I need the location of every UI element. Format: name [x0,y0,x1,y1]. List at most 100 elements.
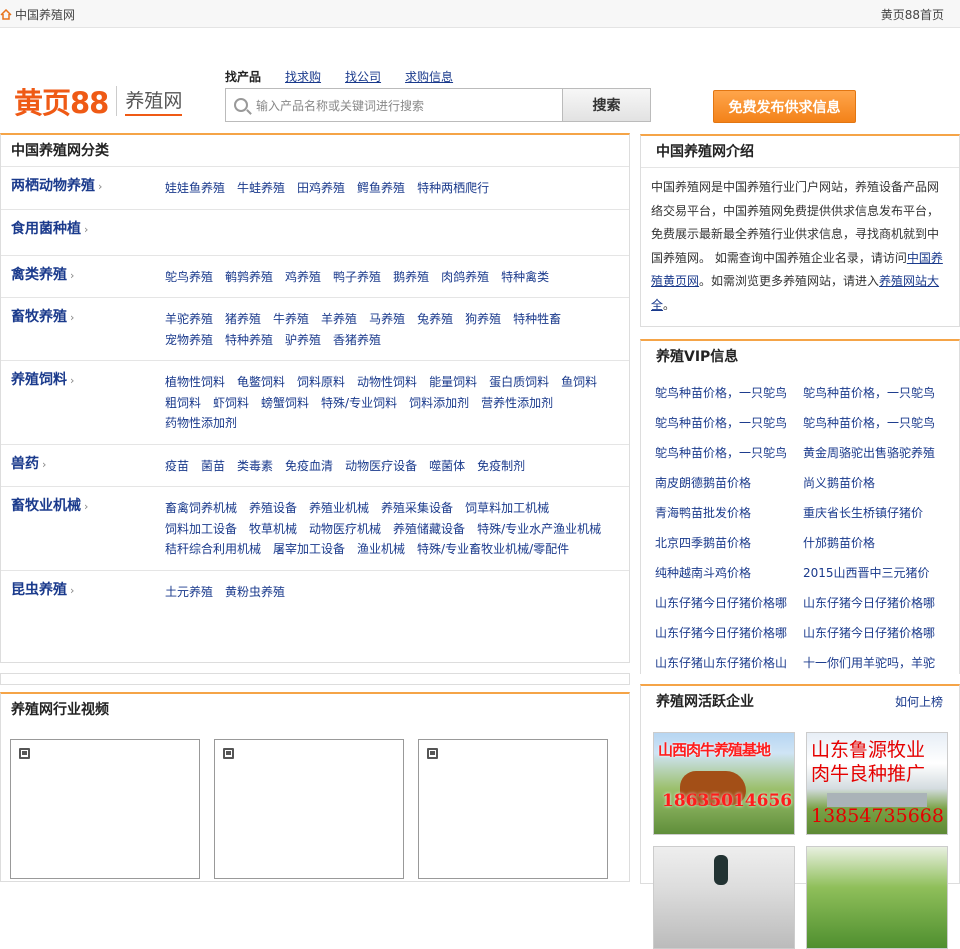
vip-item-link[interactable]: 山东仔猪今日仔猪价格哪 [655,618,803,648]
subcategory-link[interactable]: 养殖储藏设备 [393,519,465,540]
yp88-home-link[interactable]: 黄页88首页 [881,6,944,23]
subcategory-link[interactable]: 特殊/专业饲料 [321,393,397,414]
how-to-rank-link[interactable]: 如何上榜 [895,686,943,718]
subcategory-link[interactable]: 鹅养殖 [393,267,429,288]
category-name[interactable]: 昆虫养殖 › [1,581,165,603]
video-player-2[interactable] [214,739,404,879]
subcategory-link[interactable]: 植物性饲料 [165,372,225,393]
category-name[interactable]: 兽药 › [1,455,165,477]
subcategory-link[interactable]: 土元养殖 [165,582,213,603]
subcategory-link[interactable]: 营养性添加剂 [481,393,553,414]
subcategory-link[interactable]: 特殊/专业水产渔业机械 [477,519,601,540]
subcategory-link[interactable]: 能量饲料 [429,372,477,393]
vip-item-link[interactable]: 山东仔猪今日仔猪价格哪 [803,618,951,648]
subcategory-link[interactable]: 龟鳖饲料 [237,372,285,393]
subcategory-link[interactable]: 鹌鹑养殖 [225,267,273,288]
subcategory-link[interactable]: 特种养殖 [225,330,273,351]
vip-item-link[interactable]: 山东仔猪今日仔猪价格哪 [655,588,803,618]
subcategory-link[interactable]: 动物医疗设备 [345,456,417,477]
home-link[interactable]: 中国养殖网 [0,6,75,23]
vip-item-link[interactable]: 重庆省长生桥镇仔猪价 [803,498,951,528]
subcategory-link[interactable]: 鸡养殖 [285,267,321,288]
search-input[interactable]: 输入产品名称或关键词进行搜索 [225,88,563,122]
vip-item-link[interactable]: 鸵鸟种苗价格，一只鸵鸟 [655,408,803,438]
subcategory-link[interactable]: 免疫血清 [285,456,333,477]
category-name[interactable]: 两栖动物养殖 › [1,177,165,199]
tab-find-company[interactable]: 找公司 [345,68,381,85]
vip-item-link[interactable]: 青海鸭苗批发价格 [655,498,803,528]
category-name[interactable]: 畜牧养殖 › [1,308,165,350]
subcategory-link[interactable]: 羊驼养殖 [165,309,213,330]
ad-banner-3[interactable] [653,846,795,949]
video-player-3[interactable] [418,739,608,879]
subcategory-link[interactable]: 鱼饲料 [561,372,597,393]
subcategory-link[interactable]: 动物性饲料 [357,372,417,393]
subcategory-link[interactable]: 宠物养殖 [165,330,213,351]
category-name[interactable]: 畜牧业机械 › [1,497,165,560]
subcategory-link[interactable]: 噬菌体 [429,456,465,477]
subcategory-link[interactable]: 羊养殖 [321,309,357,330]
logo[interactable]: 黄页88 养殖网 [14,80,183,122]
subcategory-link[interactable]: 黄粉虫养殖 [225,582,285,603]
subcategory-link[interactable]: 养殖业机械 [309,498,369,519]
subcategory-link[interactable]: 屠宰加工设备 [273,539,345,560]
video-player-1[interactable] [10,739,200,879]
subcategory-link[interactable]: 特种禽类 [501,267,549,288]
vip-item-link[interactable]: 什邡鹅苗价格 [803,528,951,558]
vip-item-link[interactable]: 尚义鹅苗价格 [803,468,951,498]
subcategory-link[interactable]: 驴养殖 [285,330,321,351]
subcategory-link[interactable]: 狗养殖 [465,309,501,330]
subcategory-link[interactable]: 菌苗 [201,456,225,477]
subcategory-link[interactable]: 养殖设备 [249,498,297,519]
ad-banner-2[interactable]: 山东鲁源牧业 肉牛良种推广 13854735668 [806,732,948,835]
subcategory-link[interactable]: 牛蛙养殖 [237,178,285,199]
subcategory-link[interactable]: 粗饲料 [165,393,201,414]
vip-item-link[interactable]: 鸵鸟种苗价格，一只鸵鸟 [655,378,803,408]
subcategory-link[interactable]: 饲料加工设备 [165,519,237,540]
tab-find-product[interactable]: 找产品 [225,68,261,85]
vip-item-link[interactable]: 山东仔猪山东仔猪价格山 [655,648,803,678]
subcategory-link[interactable]: 兔养殖 [417,309,453,330]
subcategory-link[interactable]: 香猪养殖 [333,330,381,351]
subcategory-link[interactable]: 马养殖 [369,309,405,330]
subcategory-link[interactable]: 螃蟹饲料 [261,393,309,414]
subcategory-link[interactable]: 肉鸽养殖 [441,267,489,288]
publish-button[interactable]: 免费发布供求信息 [713,90,856,123]
subcategory-link[interactable]: 药物性添加剂 [165,413,237,434]
subcategory-link[interactable]: 牧草机械 [249,519,297,540]
vip-item-link[interactable]: 纯种越南斗鸡价格 [655,558,803,588]
tab-purchase-info[interactable]: 求购信息 [405,68,453,85]
subcategory-link[interactable]: 类毒素 [237,456,273,477]
subcategory-link[interactable]: 渔业机械 [357,539,405,560]
vip-item-link[interactable]: 鸵鸟种苗价格，一只鸵鸟 [803,378,951,408]
subcategory-link[interactable]: 饲料添加剂 [409,393,469,414]
vip-item-link[interactable]: 鸵鸟种苗价格，一只鸵鸟 [655,438,803,468]
category-name[interactable]: 禽类养殖 › [1,266,165,288]
subcategory-link[interactable]: 秸秆综合利用机械 [165,539,261,560]
category-name[interactable]: 养殖饲料 › [1,371,165,434]
ad-banner-1[interactable]: 山西肉牛养殖基地 18635014656 [653,732,795,835]
ad-banner-4[interactable] [806,846,948,949]
search-button[interactable]: 搜索 [562,88,651,122]
vip-item-link[interactable]: 山东仔猪今日仔猪价格哪 [803,588,951,618]
subcategory-link[interactable]: 田鸡养殖 [297,178,345,199]
subcategory-link[interactable]: 蛋白质饲料 [489,372,549,393]
vip-item-link[interactable]: 黄金周骆驼出售骆驼养殖 [803,438,951,468]
subcategory-link[interactable]: 鳄鱼养殖 [357,178,405,199]
subcategory-link[interactable]: 特殊/专业畜牧业机械/零配件 [417,539,569,560]
subcategory-link[interactable]: 特种牲畜 [513,309,561,330]
subcategory-link[interactable]: 饲料原料 [297,372,345,393]
subcategory-link[interactable]: 虾饲料 [213,393,249,414]
subcategory-link[interactable]: 特种两栖爬行 [417,178,489,199]
category-name[interactable]: 食用菌种植 › [1,220,165,245]
subcategory-link[interactable]: 鸭子养殖 [333,267,381,288]
vip-item-link[interactable]: 十一你们用羊驼吗，羊驼 [803,648,951,678]
subcategory-link[interactable]: 动物医疗机械 [309,519,381,540]
subcategory-link[interactable]: 娃娃鱼养殖 [165,178,225,199]
vip-item-link[interactable]: 北京四季鹅苗价格 [655,528,803,558]
subcategory-link[interactable]: 疫苗 [165,456,189,477]
vip-item-link[interactable]: 鸵鸟种苗价格，一只鸵鸟 [803,408,951,438]
vip-item-link[interactable]: 2015山西晋中三元猪价 [803,558,951,588]
subcategory-link[interactable]: 鸵鸟养殖 [165,267,213,288]
vip-item-link[interactable]: 南皮朗德鹅苗价格 [655,468,803,498]
